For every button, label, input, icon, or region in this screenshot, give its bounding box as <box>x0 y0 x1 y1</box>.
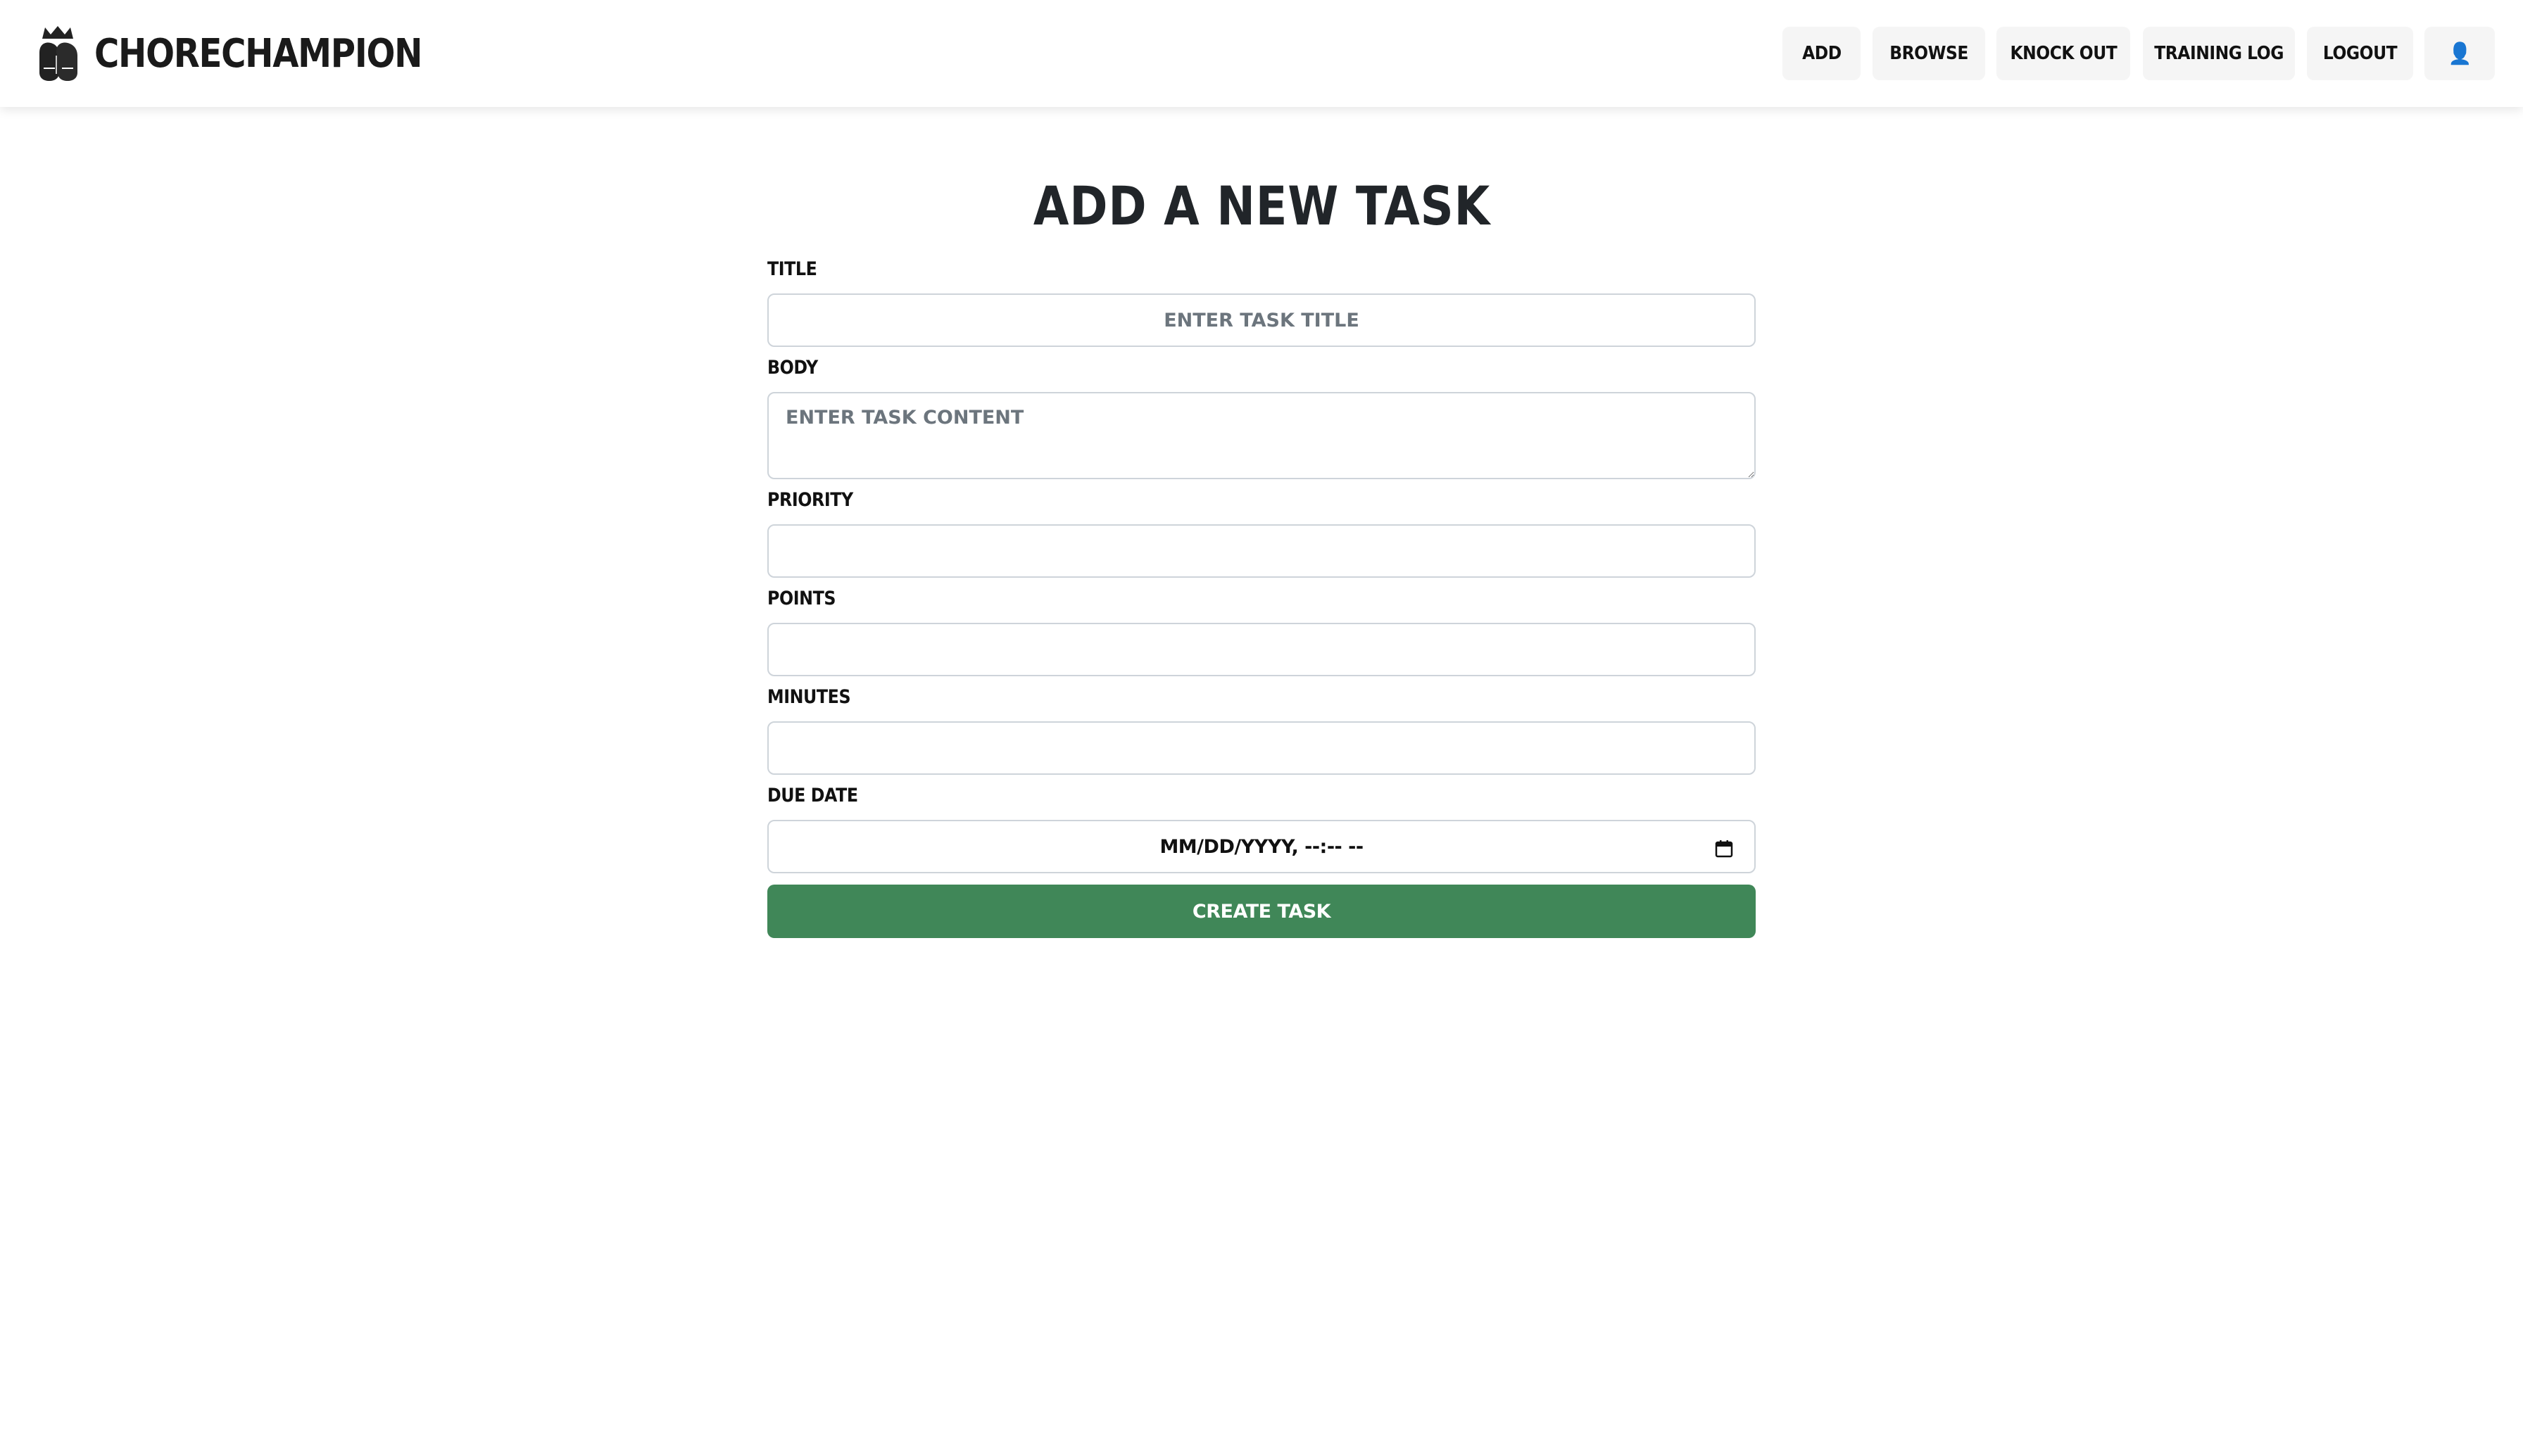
nav-browse-button[interactable]: BROWSE <box>1873 27 1985 80</box>
due-date-label-text: DUE DATE <box>767 785 858 806</box>
body-textarea[interactable] <box>767 392 1756 479</box>
title-label-text: TITLE <box>767 258 817 280</box>
title-label: TITLE <box>767 258 824 281</box>
nav-add-button[interactable]: ADD <box>1782 27 1861 80</box>
body-label-text: BODY <box>767 357 818 379</box>
due-date-placeholder: MM/DD/YYYY, --:-- -- <box>1159 835 1364 858</box>
minutes-input[interactable] <box>767 721 1756 775</box>
points-label-text: POINTS <box>767 588 836 609</box>
due-date-label: DUE DATE <box>767 784 870 808</box>
priority-input[interactable] <box>767 524 1756 578</box>
top-navbar: CHORECHAMPION ADD BROWSE KNOCK OUT TRAIN… <box>0 0 2523 107</box>
nav-logout-button[interactable]: LOGOUT <box>2307 27 2413 80</box>
calendar-icon[interactable] <box>1715 840 1733 858</box>
body-label: BODY <box>767 356 825 380</box>
page-title: ADD A NEW TASK <box>767 175 1756 238</box>
minutes-label: MINUTES <box>767 685 862 709</box>
page-title-text: ADD A NEW TASK <box>1033 175 1490 237</box>
nav-training-log-label: TRAINING LOG <box>2154 43 2284 64</box>
title-input[interactable] <box>767 293 1756 347</box>
nav-training-log-button[interactable]: TRAINING LOG <box>2143 27 2295 80</box>
minutes-label-text: MINUTES <box>767 686 851 708</box>
boxing-gloves-crown-icon <box>39 26 77 81</box>
priority-label: PRIORITY <box>767 488 864 512</box>
user-icon: 👤 <box>2448 41 2472 66</box>
create-task-button[interactable]: CREATE TASK <box>767 885 1756 938</box>
nav-add-label: ADD <box>1801 43 1842 64</box>
points-label: POINTS <box>767 587 845 611</box>
points-input[interactable] <box>767 623 1756 676</box>
brand-link[interactable]: CHORECHAMPION <box>35 24 475 83</box>
nav-knock-out-button[interactable]: KNOCK OUT <box>1996 27 2130 80</box>
due-date-input[interactable]: MM/DD/YYYY, --:-- -- <box>767 820 1756 873</box>
profile-button[interactable]: 👤 <box>2424 27 2495 80</box>
nav-browse-label: BROWSE <box>1889 43 1968 64</box>
brand-name: CHORECHAMPION <box>94 30 422 77</box>
nav-knock-out-label: KNOCK OUT <box>2010 43 2117 64</box>
create-task-label: CREATE TASK <box>1192 900 1331 923</box>
priority-label-text: PRIORITY <box>767 489 853 511</box>
nav-logout-label: LOGOUT <box>2322 43 2398 64</box>
